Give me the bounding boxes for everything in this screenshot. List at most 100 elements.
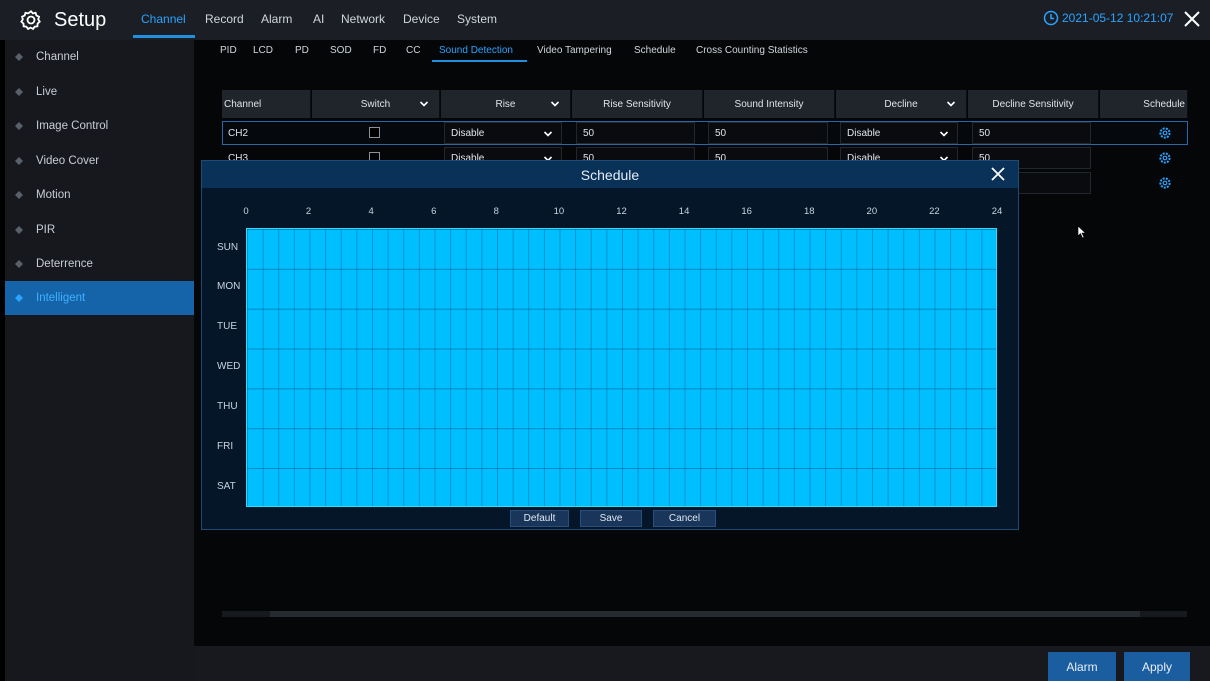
mouse-cursor-icon — [1077, 225, 1087, 239]
subtab-pd[interactable]: PD — [295, 45, 309, 56]
setup-logo: Setup — [20, 6, 106, 34]
horizontal-scrollbar[interactable] — [222, 611, 1187, 617]
diamond-icon — [15, 122, 23, 130]
sidebar-item-intelligent[interactable]: Intelligent — [5, 281, 194, 315]
day-label-wed: WED — [217, 361, 241, 372]
clock: 2021-05-12 10:21:07 — [1043, 10, 1173, 26]
column-header-sound-intensity: Sound Intensity — [704, 90, 835, 118]
day-label-sun: SUN — [217, 242, 239, 253]
sidebar-item-label: Image Control — [36, 120, 109, 132]
sidebar: Channel Live Image Control Video Cover M… — [5, 40, 194, 681]
alarm-button[interactable]: Alarm — [1048, 652, 1116, 681]
hour-label: 0 — [243, 206, 249, 217]
subtab-fd[interactable]: FD — [373, 45, 386, 56]
day-label-thu: THU — [217, 401, 238, 412]
diamond-icon — [15, 226, 23, 234]
hour-label: 16 — [741, 206, 752, 217]
sidebar-item-pir[interactable]: PIR — [5, 213, 194, 247]
subtab-schedule[interactable]: Schedule — [634, 45, 676, 56]
day-label-fri: FRI — [217, 441, 234, 452]
tab-device[interactable]: Device — [403, 12, 440, 26]
dialog-title: Schedule — [580, 166, 640, 183]
subtab-video-tampering[interactable]: Video Tampering — [537, 45, 612, 56]
chevron-down-icon — [550, 101, 560, 107]
subtab-sod[interactable]: SOD — [330, 45, 352, 56]
diamond-icon — [15, 260, 23, 268]
hour-label: 18 — [803, 206, 815, 217]
sound-intensity-input[interactable]: 50 — [708, 122, 828, 144]
hour-label: 22 — [929, 206, 940, 217]
diamond-icon — [15, 88, 23, 96]
column-header-decline[interactable]: Decline — [836, 90, 967, 118]
subtab-lcd[interactable]: LCD — [253, 45, 273, 56]
sidebar-item-label: Motion — [36, 189, 71, 201]
rise-sensitivity-input[interactable]: 50 — [576, 122, 695, 144]
clock-icon — [1043, 10, 1059, 26]
decline-sensitivity-input[interactable]: 50 — [972, 122, 1091, 144]
sidebar-item-label: Channel — [36, 51, 79, 63]
gear-icon — [20, 10, 41, 31]
channel-name: CH2 — [228, 127, 249, 139]
sidebar-item-motion[interactable]: Motion — [5, 178, 194, 212]
sidebar-item-label: Live — [36, 86, 58, 98]
sidebar-item-channel[interactable]: Channel — [5, 40, 194, 74]
close-icon[interactable] — [990, 166, 1006, 182]
decline-select[interactable]: Disable — [840, 122, 958, 144]
tab-channel[interactable]: Channel — [141, 12, 186, 26]
diamond-icon — [15, 53, 23, 61]
sidebar-item-deterrence[interactable]: Deterrence — [5, 247, 194, 281]
sidebar-item-label: PIR — [36, 224, 56, 236]
chevron-down-icon — [946, 101, 956, 107]
hour-label: 2 — [305, 206, 312, 217]
day-label-mon: MON — [217, 281, 241, 292]
diamond-icon — [15, 191, 23, 199]
subtab-cc[interactable]: CC — [406, 45, 420, 56]
sidebar-item-label: Intelligent — [36, 292, 86, 304]
switch-checkbox[interactable] — [369, 127, 380, 138]
schedule-grid[interactable] — [246, 228, 997, 507]
tab-alarm[interactable]: Alarm — [261, 12, 292, 26]
default-button[interactable]: Default — [510, 510, 569, 527]
tab-system[interactable]: System — [457, 12, 497, 26]
column-header-switch[interactable]: Switch — [312, 90, 440, 118]
subtab-cross-counting-statistics[interactable]: Cross Counting Statistics — [696, 45, 808, 56]
diamond-icon — [15, 157, 23, 165]
chevron-down-icon — [543, 131, 553, 137]
sidebar-item-live[interactable]: Live — [5, 75, 194, 109]
sidebar-item-video-cover[interactable]: Video Cover — [5, 144, 194, 178]
datetime-text: 2021-05-12 10:21:07 — [1062, 11, 1174, 25]
close-icon[interactable] — [1182, 9, 1202, 29]
hour-label: 6 — [431, 206, 437, 217]
active-subtab-indicator — [432, 60, 527, 62]
column-header-schedule: Schedule — [1100, 90, 1188, 118]
page-title: Setup — [54, 8, 107, 31]
schedule-dialog: Schedule 0 2 4 6 8 10 12 14 16 18 20 22 24 SUN MON T… — [201, 160, 1019, 530]
apply-button[interactable]: Apply — [1124, 652, 1190, 681]
sidebar-item-label: Video Cover — [36, 155, 100, 167]
sidebar-item-image-control[interactable]: Image Control — [5, 109, 194, 143]
diamond-icon — [15, 294, 23, 302]
sidebar-item-label: Deterrence — [36, 258, 93, 270]
scrollbar-thumb[interactable] — [270, 611, 1140, 617]
tab-record[interactable]: Record — [205, 12, 244, 26]
rise-select[interactable]: Disable — [444, 122, 562, 144]
subtab-sound-detection[interactable]: Sound Detection — [439, 45, 513, 56]
schedule-gear-icon[interactable] — [1159, 127, 1171, 139]
day-label-tue: TUE — [217, 321, 237, 332]
column-header-channel: Channel — [222, 90, 311, 118]
active-tab-indicator — [133, 35, 195, 38]
hour-label: 12 — [616, 206, 627, 217]
hour-label: 8 — [493, 206, 499, 217]
hour-label: 10 — [553, 206, 565, 217]
tab-network[interactable]: Network — [341, 12, 385, 26]
subtab-pid[interactable]: PID — [220, 45, 237, 56]
schedule-gear-icon[interactable] — [1159, 177, 1171, 189]
schedule-gear-icon[interactable] — [1159, 152, 1171, 164]
save-button[interactable]: Save — [580, 510, 642, 527]
cancel-button[interactable]: Cancel — [653, 510, 716, 527]
column-header-decline-sensitivity: Decline Sensitivity — [968, 90, 1099, 118]
hour-label: 20 — [866, 206, 878, 217]
hour-label: 24 — [991, 206, 1003, 217]
column-header-rise[interactable]: Rise — [441, 90, 571, 118]
tab-ai[interactable]: AI — [313, 12, 324, 26]
